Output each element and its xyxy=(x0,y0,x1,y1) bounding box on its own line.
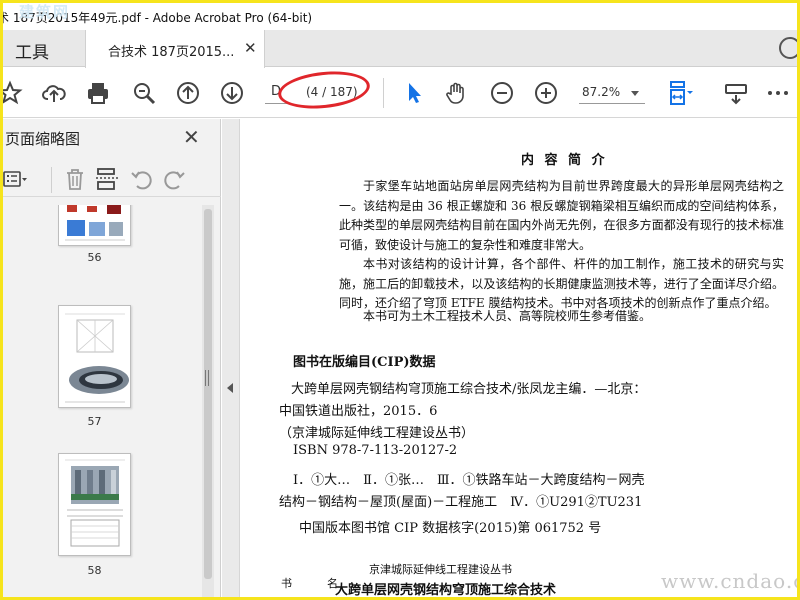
cip-line: （京津城际延伸线工程建设丛书） xyxy=(279,426,475,441)
trash-icon[interactable] xyxy=(63,167,87,191)
help-icon[interactable] xyxy=(779,37,797,59)
prev-page-icon[interactable] xyxy=(175,80,201,106)
next-page-icon[interactable] xyxy=(219,80,245,106)
extract-page-icon[interactable] xyxy=(95,167,119,191)
chevron-down-icon[interactable] xyxy=(631,91,639,96)
zoom-search-icon[interactable] xyxy=(131,80,157,106)
options-menu-icon[interactable] xyxy=(3,167,27,191)
toolbar: D (4 / 187) 87.2% xyxy=(3,67,797,118)
summary-paragraph: 于家堡车站地面站房单层网壳结构为目前世界跨度最大的异形单层网壳结构之一。该结构是… xyxy=(339,179,784,252)
cip-line: ISBN 978-7-113-20127-2 xyxy=(293,443,458,458)
select-arrow-icon[interactable] xyxy=(401,80,427,106)
zoom-out-icon[interactable] xyxy=(489,80,515,106)
summary-paragraph: 本书可为土木工程技术人员、高等院校师生参考借鉴。 xyxy=(363,309,652,323)
cip-line: 中国铁道出版社，2015．6 xyxy=(279,404,438,419)
thumbnails-title: 页面缩略图 xyxy=(5,130,81,148)
annotation-ellipse xyxy=(276,67,372,113)
book-title: 大跨单层网壳钢结构穹顶施工综合技术 xyxy=(335,583,557,597)
summary-paragraph: 本书对该结构的设计计算，各个部件、杆件的加工制作，施工技术的研究与实施，施工后的… xyxy=(339,257,784,310)
cip-line: Ⅰ．①大… Ⅱ．①张… Ⅲ．①铁路车站－大跨度结构－网壳 xyxy=(293,473,645,488)
panel-splitter[interactable] xyxy=(222,119,240,597)
thumbnails-list: 56 57 58 xyxy=(3,205,203,597)
watermark-bottom-right: www.cndao.com xyxy=(661,569,797,593)
cip-line: 大跨单层网壳钢结构穹顶施工综合技术/张凤龙主编．—北京： xyxy=(291,382,647,397)
tab-tools[interactable]: 工具 xyxy=(3,30,75,67)
rotate-right-icon[interactable] xyxy=(163,167,187,191)
thumbnail-page-58[interactable] xyxy=(58,453,131,556)
cip-heading: 图书在版编目(CIP)数据 xyxy=(293,355,436,370)
thumbnail-label: 57 xyxy=(87,415,102,428)
series-name: 京津城际延伸线工程建设丛书 xyxy=(369,563,512,576)
more-icon[interactable] xyxy=(765,80,791,106)
toolbar-divider xyxy=(383,78,384,108)
zoom-in-icon[interactable] xyxy=(533,80,559,106)
print-icon[interactable] xyxy=(85,80,111,106)
thumbnails-header: 页面缩略图 ✕ xyxy=(3,119,221,155)
toolbar-divider xyxy=(51,167,52,193)
star-icon[interactable] xyxy=(3,80,23,106)
title-bar: 术 187页2015年49元.pdf - Adobe Acrobat Pro (… xyxy=(3,3,797,30)
tab-document-label: 合技术 187页2015... xyxy=(108,45,235,60)
thumbnails-toolbar xyxy=(3,161,221,197)
tab-bar: 工具 合技术 187页2015... ✕ xyxy=(3,30,797,68)
collapse-arrow-icon[interactable] xyxy=(227,383,233,393)
thumbnails-scroll-thumb[interactable] xyxy=(204,209,212,579)
panel-resize-grip[interactable] xyxy=(205,370,209,386)
thumbnail-label: 56 xyxy=(87,251,102,264)
rotate-left-icon[interactable] xyxy=(129,167,153,191)
close-icon[interactable]: ✕ xyxy=(244,39,260,57)
fit-page-icon[interactable] xyxy=(667,80,693,106)
watermark-top-left: 建筑网 xyxy=(19,3,71,21)
keyboard-icon[interactable] xyxy=(723,80,749,106)
thumbnails-panel: 页面缩略图 ✕ 56 57 58 xyxy=(3,119,221,597)
summary-heading: 内 容 简 介 xyxy=(521,153,608,168)
cip-line: 结构－钢结构－屋顶(屋面)－工程施工 Ⅳ．①U291②TU231 xyxy=(279,495,643,510)
acrobat-window: 术 187页2015年49元.pdf - Adobe Acrobat Pro (… xyxy=(3,3,797,597)
thumbnail-page-57[interactable] xyxy=(58,305,131,408)
cloud-upload-icon[interactable] xyxy=(41,80,67,106)
thumbnail-label: 58 xyxy=(87,564,102,577)
document-page: 内 容 简 介 于家堡车站地面站房单层网壳结构为目前世界跨度最大的异形单层网壳结… xyxy=(241,119,797,597)
thumbnail-page-56[interactable] xyxy=(58,205,131,246)
hand-icon[interactable] xyxy=(444,80,470,106)
close-icon[interactable]: ✕ xyxy=(183,125,200,149)
tab-document[interactable]: 合技术 187页2015... ✕ xyxy=(85,30,265,68)
cip-line: 中国版本图书馆 CIP 数据核字(2015)第 061752 号 xyxy=(299,521,602,536)
